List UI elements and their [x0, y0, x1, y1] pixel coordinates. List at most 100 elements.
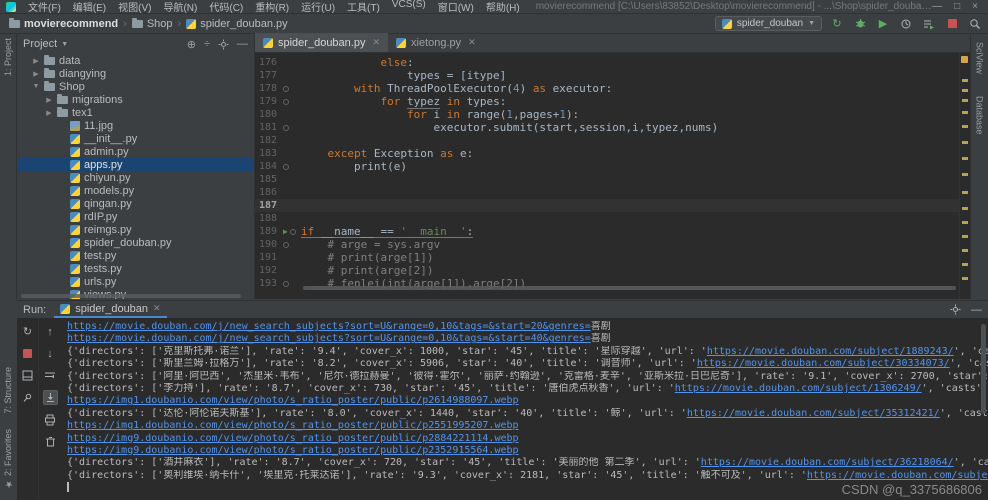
rerun-button[interactable]: ↻: [830, 17, 844, 31]
print-icon[interactable]: [43, 412, 58, 427]
tree-item-migrations[interactable]: ▶migrations: [17, 93, 254, 106]
fold-icon[interactable]: [290, 229, 296, 235]
code-line-191[interactable]: 191 # print(arge[1]): [255, 251, 970, 264]
maximize-button[interactable]: □: [954, 1, 960, 12]
menu-item[interactable]: 导航(N): [157, 0, 203, 14]
fold-icon[interactable]: [283, 99, 289, 105]
warning-mark[interactable]: [962, 221, 968, 224]
console-link[interactable]: https://movie.douban.com/subject/1306249…: [675, 383, 922, 394]
stop-button[interactable]: [945, 17, 959, 31]
project-horizontal-scrollbar[interactable]: [21, 294, 241, 298]
tool-window-button-sciview[interactable]: SciView: [975, 42, 985, 74]
tree-item-shop[interactable]: ▼Shop: [17, 80, 254, 93]
minimize-button[interactable]: —: [932, 1, 942, 12]
error-stripe[interactable]: [959, 53, 970, 299]
code-line-184[interactable]: 184 print(e): [255, 160, 970, 173]
tree-item-test-py[interactable]: test.py: [17, 249, 254, 262]
warning-mark[interactable]: [962, 249, 968, 252]
warning-mark[interactable]: [962, 141, 968, 144]
breadcrumb-item[interactable]: movierecommend: [6, 18, 121, 30]
debug-button[interactable]: [853, 17, 867, 31]
menu-item[interactable]: 重构(R): [249, 0, 295, 14]
code-editor[interactable]: 176 else:177 types = [itype]178 with Thr…: [255, 53, 970, 299]
locate-file-icon[interactable]: ⊕: [187, 38, 196, 51]
tree-expand-icon[interactable]: ▼: [32, 83, 40, 90]
console-link[interactable]: https://movie.douban.com/subject/6786002…: [807, 470, 988, 481]
fold-icon[interactable]: [283, 242, 289, 248]
console-link[interactable]: https://img1.doubanio.com/view/photo/s_r…: [67, 395, 519, 406]
console-link[interactable]: https://img1.doubanio.com/view/photo/s_r…: [67, 420, 519, 431]
gear-icon[interactable]: [950, 304, 961, 315]
tree-expand-icon[interactable]: ▶: [32, 57, 40, 65]
menu-item[interactable]: 文件(F): [22, 0, 67, 14]
tree-item-tex1[interactable]: ▶tex1: [17, 106, 254, 119]
warning-mark[interactable]: [962, 125, 968, 128]
editor-tab-xietong-py[interactable]: xietong.py✕: [388, 33, 484, 52]
fold-icon[interactable]: [283, 164, 289, 170]
tool-window-button-project[interactable]: 1: Project: [3, 38, 13, 76]
warning-mark[interactable]: [962, 191, 968, 194]
code-line-181[interactable]: 181 executor.submit(start,session,i,type…: [255, 121, 970, 134]
soft-wrap-icon[interactable]: [43, 368, 58, 383]
console-link[interactable]: https://movie.douban.com/j/new_search_su…: [67, 333, 591, 344]
code-line-188[interactable]: 188: [255, 212, 970, 225]
search-everywhere-icon[interactable]: [968, 17, 982, 31]
tree-item-apps-py[interactable]: apps.py: [17, 158, 254, 171]
menu-item[interactable]: 视图(V): [112, 0, 157, 14]
fold-icon[interactable]: [283, 125, 289, 131]
code-line-187[interactable]: 187: [255, 199, 970, 212]
clear-all-icon[interactable]: [43, 434, 58, 449]
console-output[interactable]: https://movie.douban.com/j/new_search_su…: [61, 318, 988, 500]
tree-item-qingan-py[interactable]: qingan.py: [17, 197, 254, 210]
code-line-182[interactable]: 182: [255, 134, 970, 147]
tree-item-models-py[interactable]: models.py: [17, 184, 254, 197]
code-line-185[interactable]: 185: [255, 173, 970, 186]
warning-mark[interactable]: [962, 157, 968, 160]
warning-mark[interactable]: [962, 79, 968, 82]
stop-icon[interactable]: [20, 346, 35, 361]
tree-item-urls-py[interactable]: urls.py: [17, 275, 254, 288]
tool-window-button-database[interactable]: Database: [975, 96, 985, 135]
console-link[interactable]: https://img9.doubanio.com/view/photo/s_r…: [67, 445, 519, 456]
close-icon[interactable]: ✕: [153, 303, 161, 314]
rerun-icon[interactable]: ↻: [20, 324, 35, 339]
tree-item-rdip-py[interactable]: rdIP.py: [17, 210, 254, 223]
tool-window-button-structure[interactable]: 7: Structure: [3, 367, 13, 414]
console-link[interactable]: https://movie.douban.com/subject/3621806…: [701, 457, 954, 468]
console-link[interactable]: https://img9.doubanio.com/view/photo/s_r…: [67, 433, 519, 444]
hide-panel-icon[interactable]: —: [237, 38, 248, 50]
console-link[interactable]: https://movie.douban.com/subject/3033407…: [697, 358, 950, 369]
code-line-190[interactable]: 190 # arge = sys.argv: [255, 238, 970, 251]
menu-item[interactable]: 窗口(W): [432, 0, 480, 14]
collapse-all-icon[interactable]: ÷: [204, 38, 210, 50]
tree-item-admin-py[interactable]: admin.py: [17, 145, 254, 158]
close-button[interactable]: ×: [972, 1, 978, 12]
tool-window-button-favorites[interactable]: ★ 2: Favorites: [3, 429, 13, 489]
run-configuration-selector[interactable]: spider_douban ▼: [715, 16, 822, 31]
close-icon[interactable]: ✕: [468, 37, 476, 48]
scroll-to-end-icon[interactable]: [43, 390, 58, 405]
pin-icon[interactable]: [20, 390, 35, 405]
editor-tab-spider-douban-py[interactable]: spider_douban.py✕: [255, 33, 388, 52]
editor-horizontal-scrollbar[interactable]: [303, 286, 956, 290]
run-with-coverage-button[interactable]: ▶: [876, 17, 890, 31]
code-line-183[interactable]: 183 except Exception as e:: [255, 147, 970, 160]
warning-mark[interactable]: [962, 263, 968, 266]
code-line-178[interactable]: 178 with ThreadPoolExecutor(4) as execut…: [255, 82, 970, 95]
menu-item[interactable]: 编辑(E): [67, 0, 112, 14]
run-console-tab[interactable]: spider_douban ✕: [54, 301, 166, 318]
inspection-indicator-icon[interactable]: [961, 56, 968, 63]
menu-item[interactable]: 工具(T): [341, 0, 386, 14]
code-line-186[interactable]: 186: [255, 186, 970, 199]
menu-item[interactable]: 代码(C): [203, 0, 249, 14]
warning-mark[interactable]: [962, 111, 968, 114]
code-line-176[interactable]: 176 else:: [255, 56, 970, 69]
code-line-179[interactable]: 179 for typez in types:: [255, 95, 970, 108]
code-line-177[interactable]: 177 types = [itype]: [255, 69, 970, 82]
code-line-189[interactable]: 189▶if __name__ == '__main__':: [255, 225, 970, 238]
tree-expand-icon[interactable]: ▶: [45, 96, 53, 104]
breadcrumb-item[interactable]: spider_douban.py: [183, 18, 290, 30]
fold-icon[interactable]: [283, 281, 289, 287]
code-line-192[interactable]: 192 # print(arge[2]): [255, 264, 970, 277]
fold-icon[interactable]: [283, 86, 289, 92]
